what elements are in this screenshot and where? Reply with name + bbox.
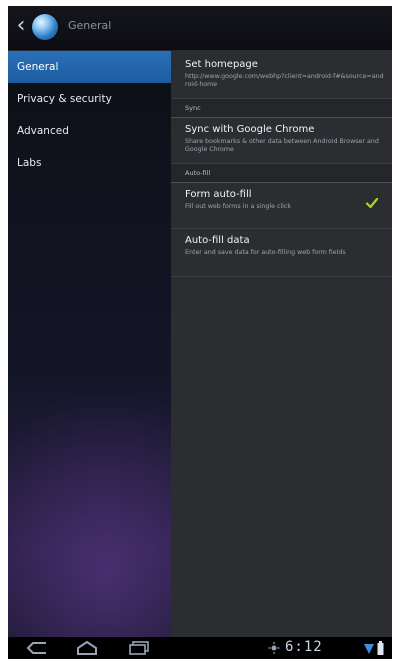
sidebar-item-label: Labs <box>17 157 42 169</box>
action-bar: ‹ General <box>8 6 392 51</box>
back-icon[interactable] <box>24 640 50 656</box>
action-bar-title: General <box>68 19 112 32</box>
settings-categories: General Privacy & security Advanced Labs <box>8 51 171 637</box>
sync-section-header: Sync <box>171 99 392 118</box>
form-autofill-summary: Fill out web forms in a single click <box>185 203 292 210</box>
clock: 6:12 <box>285 639 323 655</box>
form-autofill-title: Form auto-fill <box>185 189 252 200</box>
set-homepage-title: Set homepage <box>185 59 258 70</box>
browser-globe-icon[interactable] <box>32 14 58 40</box>
sync-chrome-title: Sync with Google Chrome <box>185 124 315 135</box>
autofill-data-row[interactable]: Auto-fill data Enter and save data for a… <box>171 229 392 277</box>
checkmark-icon[interactable] <box>366 197 378 209</box>
set-homepage-row[interactable]: Set homepage http://www.google.com/webhp… <box>171 51 392 99</box>
tablet-screen: ‹ General General Privacy & security Adv… <box>8 6 392 659</box>
sidebar-item-label: Advanced <box>17 125 69 137</box>
autofill-section-header: Auto-fill <box>171 164 392 183</box>
settings-detail-pane: Set homepage http://www.google.com/webhp… <box>171 51 392 637</box>
recent-apps-icon[interactable] <box>126 640 152 656</box>
sidebar-item-privacy-security[interactable]: Privacy & security <box>8 83 171 115</box>
sidebar-item-advanced[interactable]: Advanced <box>8 115 171 147</box>
chevron-left-icon[interactable]: ‹ <box>14 15 28 37</box>
home-icon[interactable] <box>74 640 100 656</box>
autofill-data-summary: Enter and save data for auto-filling web… <box>185 249 346 256</box>
sidebar-item-labs[interactable]: Labs <box>8 147 171 179</box>
sidebar-item-label: Privacy & security <box>17 93 112 105</box>
sidebar-item-general[interactable]: General <box>8 51 171 83</box>
sync-chrome-summary: Share bookmarks & other data between And… <box>185 138 379 153</box>
sync-chrome-row[interactable]: Sync with Google Chrome Share bookmarks … <box>171 118 392 164</box>
sidebar-item-label: General <box>17 61 59 73</box>
battery-icon <box>377 641 384 655</box>
set-homepage-summary: http://www.google.com/webhp?client=andro… <box>185 73 384 88</box>
form-autofill-row[interactable]: Form auto-fill Fill out web forms in a s… <box>171 183 392 229</box>
autofill-data-title: Auto-fill data <box>185 235 250 246</box>
notification-icon[interactable] <box>268 640 280 656</box>
wifi-icon <box>364 644 374 654</box>
system-bar: 6:12 <box>8 637 392 659</box>
